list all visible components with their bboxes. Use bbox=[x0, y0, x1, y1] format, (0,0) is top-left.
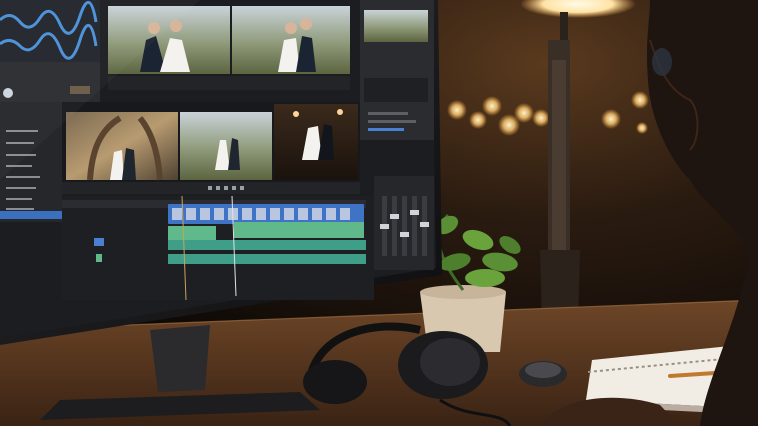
scene-svg bbox=[0, 0, 758, 426]
video-track-v1-b bbox=[234, 222, 364, 238]
photo-scene bbox=[0, 0, 758, 426]
bin-selected bbox=[0, 211, 62, 219]
audio-track-a1 bbox=[168, 240, 366, 250]
audio-track-a2 bbox=[168, 254, 366, 264]
